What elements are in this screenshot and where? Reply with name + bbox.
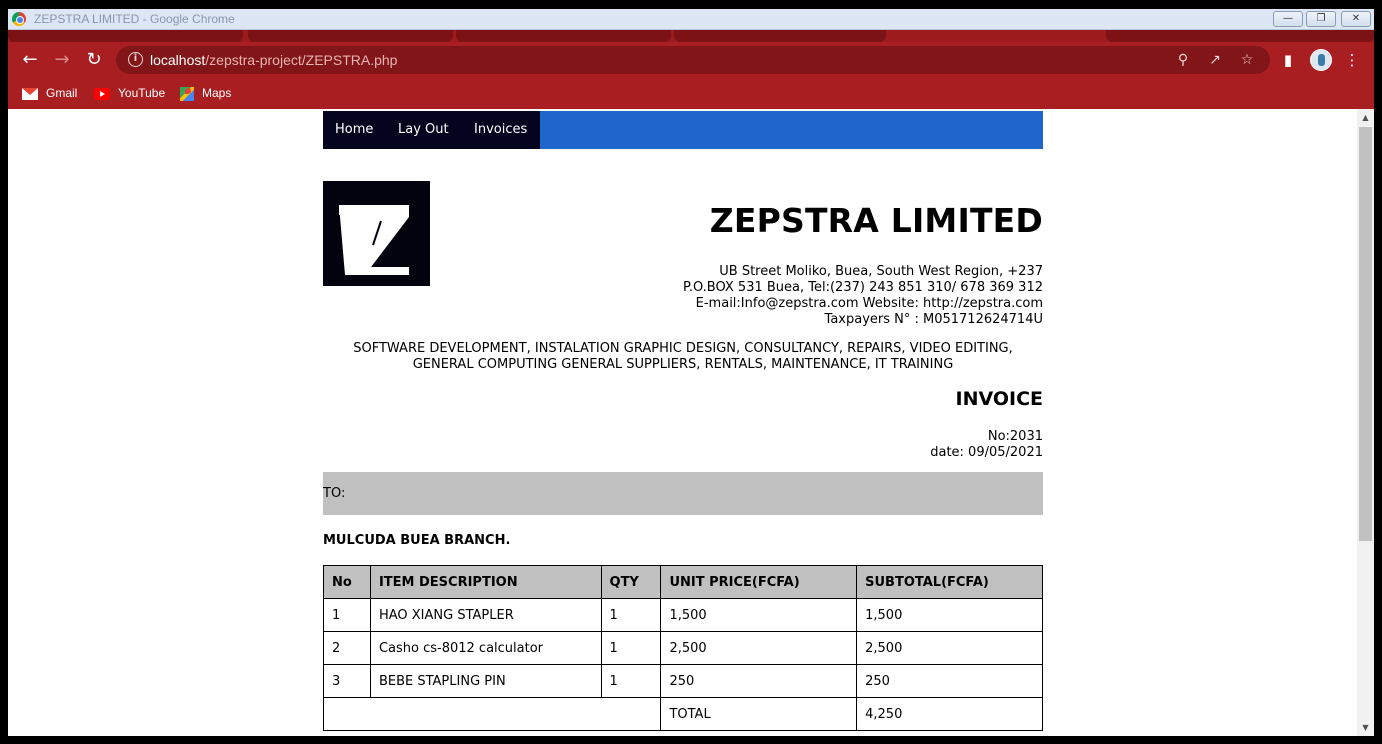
column-header: UNIT PRICE(FCFA) bbox=[660, 565, 858, 599]
to-label: TO: bbox=[323, 486, 346, 501]
table-row: 1 HAO XIANG STAPLER 1 1,500 1,500 bbox=[323, 598, 1043, 632]
cell-no: 3 bbox=[323, 664, 371, 698]
services-description: SOFTWARE DEVELOPMENT, INSTALATION GRAPHI… bbox=[323, 341, 1043, 373]
share-icon[interactable]: ↗ bbox=[1206, 51, 1224, 69]
table-row: 3 BEBE STAPLING PIN 1 250 250 bbox=[323, 664, 1043, 698]
cell-unit-price: 250 bbox=[660, 664, 858, 698]
client-name: MULCUDA BUEA BRANCH. bbox=[323, 533, 511, 548]
url-host: localhost bbox=[150, 52, 206, 68]
bookmark-youtube[interactable]: YouTube bbox=[94, 84, 165, 102]
address-line: UB Street Moliko, Buea, South West Regio… bbox=[719, 264, 1043, 279]
browser-toolbar: ← → ↻ i localhost/zepstra-project/ZEPSTR… bbox=[8, 42, 1374, 78]
window-title: ZEPSTRA LIMITED - Google Chrome bbox=[34, 12, 235, 26]
bookmark-maps[interactable]: Maps bbox=[180, 84, 231, 102]
reload-icon[interactable]: ↻ bbox=[82, 48, 106, 72]
tab[interactable] bbox=[674, 30, 886, 42]
url-path: /zepstra-project/ZEPSTRA.php bbox=[205, 52, 398, 68]
scroll-up-arrow-icon[interactable]: ▲ bbox=[1357, 109, 1374, 126]
invoice-title: INVOICE bbox=[955, 388, 1044, 410]
cell-unit-price: 1,500 bbox=[660, 598, 858, 632]
phone-line: P.O.BOX 531 Buea, Tel:(237) 243 851 310/… bbox=[683, 280, 1043, 295]
bookmarks-bar: Gmail YouTube Maps bbox=[8, 78, 1374, 109]
column-header: SUBTOTAL(FCFA) bbox=[856, 565, 1043, 599]
site-info-icon[interactable]: i bbox=[128, 52, 143, 67]
cell-qty: 1 bbox=[600, 631, 662, 665]
cell-description: HAO XIANG STAPLER bbox=[369, 598, 602, 632]
column-header: QTY bbox=[600, 565, 662, 599]
invoice-meta: No:2031 date: 09/05/2021 bbox=[930, 429, 1043, 461]
table-header-row: No ITEM DESCRIPTION QTY UNIT PRICE(FCFA)… bbox=[323, 565, 1043, 599]
total-value: 4,250 bbox=[856, 697, 1043, 731]
address-bar[interactable]: i localhost/zepstra-project/ZEPSTRA.php … bbox=[116, 46, 1270, 74]
cell-subtotal: 2,500 bbox=[856, 631, 1043, 665]
bookmark-label: YouTube bbox=[118, 86, 166, 100]
bookmark-star-icon[interactable]: ☆ bbox=[1238, 51, 1256, 69]
total-label: TOTAL bbox=[660, 697, 858, 731]
minimize-button[interactable]: — bbox=[1273, 11, 1303, 27]
vertical-scrollbar[interactable]: ▲ ▼ bbox=[1357, 109, 1374, 736]
cell-description: Casho cs-8012 calculator bbox=[369, 631, 602, 665]
gmail-icon bbox=[22, 87, 38, 100]
company-name: ZEPSTRA LIMITED bbox=[709, 201, 1043, 240]
url-text[interactable]: localhost/zepstra-project/ZEPSTRA.php bbox=[150, 52, 397, 68]
company-logo bbox=[323, 181, 430, 286]
cell-no: 2 bbox=[323, 631, 371, 665]
bookmark-label: Gmail bbox=[46, 86, 78, 100]
scrollbar-thumb[interactable] bbox=[1359, 127, 1372, 541]
invoice-page: Home Lay Out Invoices ZEPSTRA LIMITED UB… bbox=[322, 111, 1043, 731]
tab[interactable] bbox=[456, 30, 671, 42]
to-bar: TO: bbox=[323, 472, 1043, 515]
nav-layout-link[interactable]: Lay Out bbox=[398, 122, 449, 137]
page-viewport[interactable]: Home Lay Out Invoices ZEPSTRA LIMITED UB… bbox=[8, 109, 1374, 736]
maps-icon bbox=[180, 86, 194, 101]
scroll-down-arrow-icon[interactable]: ▼ bbox=[1357, 719, 1374, 736]
services-line: GENERAL COMPUTING GENERAL SUPPLIERS, REN… bbox=[412, 357, 954, 372]
tab[interactable] bbox=[8, 30, 243, 42]
nav-menu: Home Lay Out Invoices bbox=[323, 111, 540, 149]
total-row: TOTAL 4,250 bbox=[322, 697, 1043, 731]
close-window-button[interactable]: ✕ bbox=[1341, 11, 1371, 27]
tab[interactable] bbox=[1106, 30, 1374, 42]
invoice-date: date: 09/05/2021 bbox=[930, 445, 1043, 460]
cell-unit-price: 2,500 bbox=[660, 631, 858, 665]
cell-subtotal: 250 bbox=[856, 664, 1043, 698]
bookmark-label: Maps bbox=[202, 86, 232, 100]
zoom-icon[interactable]: ⚲ bbox=[1174, 51, 1192, 69]
site-nav: Home Lay Out Invoices bbox=[323, 111, 1043, 149]
bookmark-gmail[interactable]: Gmail bbox=[22, 84, 77, 102]
services-line: SOFTWARE DEVELOPMENT, INSTALATION GRAPHI… bbox=[353, 341, 1013, 356]
profile-avatar[interactable] bbox=[1310, 49, 1332, 71]
browser-window: ZEPSTRA LIMITED - Google Chrome — ❐ ✕ ← … bbox=[0, 0, 1382, 744]
chrome-icon bbox=[12, 12, 26, 26]
tab[interactable] bbox=[248, 30, 453, 42]
tab-strip bbox=[8, 30, 1374, 42]
nav-invoices-link[interactable]: Invoices bbox=[474, 122, 527, 137]
cell-subtotal: 1,500 bbox=[856, 598, 1043, 632]
column-header: No bbox=[323, 565, 371, 599]
back-arrow-icon[interactable]: ← bbox=[18, 48, 42, 72]
total-spacer-cell bbox=[322, 697, 662, 731]
cell-no: 1 bbox=[323, 598, 371, 632]
side-panel-icon[interactable]: ▮ bbox=[1278, 50, 1298, 70]
forward-arrow-icon[interactable]: → bbox=[50, 48, 74, 72]
restore-button[interactable]: ❐ bbox=[1306, 11, 1336, 27]
menu-kebab-icon[interactable]: ⋮ bbox=[1342, 50, 1362, 70]
invoice-table: No ITEM DESCRIPTION QTY UNIT PRICE(FCFA)… bbox=[322, 565, 1043, 731]
table-row: 2 Casho cs-8012 calculator 1 2,500 2,500 bbox=[323, 631, 1043, 665]
nav-home-link[interactable]: Home bbox=[335, 122, 373, 137]
taxpayer-line: Taxpayers N° : M051712624714U bbox=[824, 312, 1043, 327]
cell-description: BEBE STAPLING PIN bbox=[369, 664, 602, 698]
cell-qty: 1 bbox=[600, 664, 662, 698]
youtube-icon bbox=[94, 87, 110, 100]
company-address: UB Street Moliko, Buea, South West Regio… bbox=[683, 264, 1043, 328]
title-bar: ZEPSTRA LIMITED - Google Chrome — ❐ ✕ bbox=[8, 9, 1374, 30]
column-header: ITEM DESCRIPTION bbox=[369, 565, 602, 599]
cell-qty: 1 bbox=[600, 598, 662, 632]
invoice-number: No:2031 bbox=[987, 429, 1043, 444]
email-line: E-mail:Info@zepstra.com Website: http://… bbox=[695, 296, 1043, 311]
